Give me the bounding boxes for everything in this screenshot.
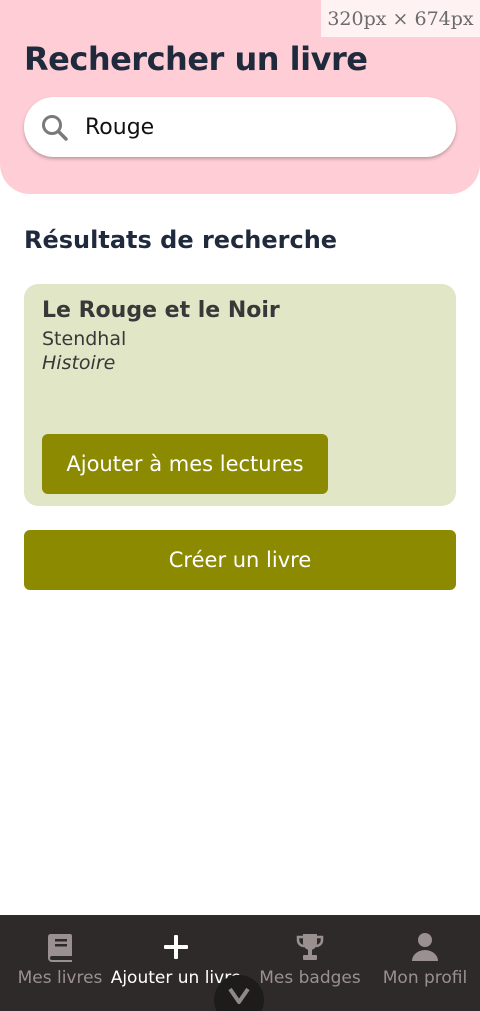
search-input[interactable] <box>85 97 435 157</box>
trophy-icon <box>296 934 324 960</box>
plus-icon <box>164 935 188 959</box>
nav-item-my-books[interactable]: Mes livres <box>0 915 120 1011</box>
nav-label: Mes livres <box>17 968 103 988</box>
nav-item-my-badges[interactable]: Mes badges <box>250 915 370 1011</box>
page-title: Rechercher un livre <box>24 40 368 78</box>
create-book-button[interactable]: Créer un livre <box>24 530 456 590</box>
book-genre: Histoire <box>42 352 116 374</box>
book-icon <box>47 934 72 962</box>
chevron-down-icon <box>228 987 250 1004</box>
results-heading: Résultats de recherche <box>24 226 338 254</box>
search-bar[interactable] <box>24 97 456 157</box>
nav-label: Mon profil <box>382 968 468 988</box>
book-author: Stendhal <box>42 328 127 350</box>
search-icon <box>42 115 68 141</box>
book-result-card: Le Rouge et le Noir Stendhal Histoire Aj… <box>24 284 456 506</box>
viewport-size-badge: 320px × 674px <box>321 0 480 37</box>
user-icon <box>412 933 438 961</box>
nav-label: Mes badges <box>259 968 361 988</box>
book-title: Le Rouge et le Noir <box>42 298 280 323</box>
add-to-readings-button[interactable]: Ajouter à mes lectures <box>42 434 328 494</box>
nav-item-my-profile[interactable]: Mon profil <box>365 915 480 1011</box>
